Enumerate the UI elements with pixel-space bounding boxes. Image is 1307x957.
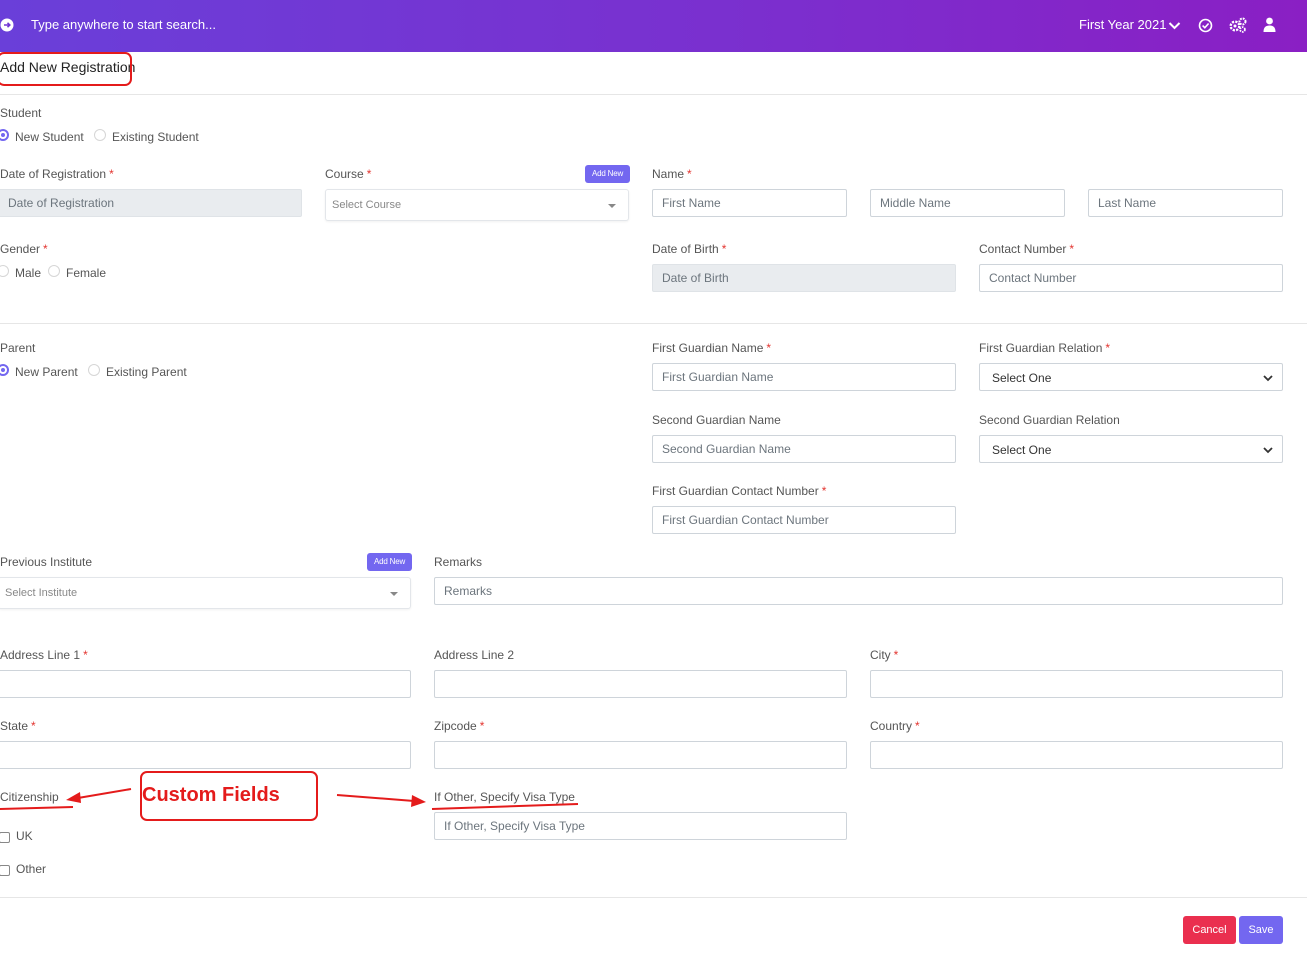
previous-institute-select[interactable]: Select Institute — [0, 577, 411, 609]
existing-student-radio[interactable] — [94, 129, 106, 141]
city-label: City * — [870, 648, 899, 662]
date-of-birth-label: Date of Birth * — [652, 242, 727, 256]
course-label: Course * — [325, 167, 372, 181]
course-select-placeholder: Select Course — [332, 199, 402, 211]
uk-checkbox-label: UK — [16, 829, 33, 843]
gender-label: Gender * — [0, 242, 48, 256]
zipcode-label: Zipcode * — [434, 719, 485, 733]
country-label: Country * — [870, 719, 920, 733]
previous-institute-label: Previous Institute — [0, 555, 93, 569]
first-guardian-contact-label: First Guardian Contact Number * — [652, 484, 827, 498]
female-label: Female — [66, 266, 107, 280]
new-student-label: New Student — [15, 130, 84, 144]
city-input[interactable] — [870, 670, 1283, 698]
male-radio[interactable] — [0, 265, 9, 277]
chevron-down-icon — [1263, 447, 1273, 454]
caret-down-icon — [608, 204, 616, 208]
new-parent-label: New Parent — [15, 365, 78, 379]
name-label: Name * — [652, 167, 692, 181]
section-divider — [0, 323, 1307, 324]
first-name-input[interactable] — [652, 189, 847, 217]
address-line-1-label: Address Line 1 * — [0, 648, 88, 662]
first-guardian-relation-value: Select One — [992, 371, 1052, 385]
middle-name-input[interactable] — [870, 189, 1065, 217]
parent-label: Parent — [0, 341, 36, 355]
date-of-registration-label: Date of Registration * — [0, 167, 114, 181]
first-guardian-name-label: First Guardian Name * — [652, 341, 772, 355]
chevron-down-icon[interactable] — [1168, 20, 1181, 31]
caret-down-icon — [390, 592, 398, 596]
second-guardian-relation-label: Second Guardian Relation — [979, 413, 1120, 427]
second-guardian-relation-select[interactable]: Select One — [979, 435, 1283, 463]
new-student-radio[interactable] — [0, 129, 9, 141]
arrow-circle-right-icon[interactable] — [0, 18, 14, 32]
add-new-institute-button[interactable]: Add New — [367, 553, 413, 571]
first-guardian-contact-input[interactable] — [652, 506, 956, 534]
cancel-button[interactable]: Cancel — [1183, 916, 1236, 944]
cogs-icon[interactable] — [1229, 17, 1247, 33]
state-label: State * — [0, 719, 36, 733]
title-highlight-annotation — [0, 52, 132, 86]
new-parent-radio[interactable] — [0, 364, 9, 376]
footer-divider — [0, 897, 1307, 898]
state-input[interactable] — [0, 741, 411, 769]
existing-student-label: Existing Student — [112, 130, 199, 144]
chevron-down-icon — [1263, 375, 1273, 382]
female-radio[interactable] — [48, 265, 60, 277]
existing-parent-radio[interactable] — [88, 364, 100, 376]
other-checkbox-label: Other — [16, 862, 47, 876]
course-select[interactable]: Select Course — [325, 189, 629, 221]
add-new-course-button[interactable]: Add New — [585, 165, 631, 183]
institute-select-placeholder: Select Institute — [5, 587, 78, 599]
contact-number-label: Contact Number * — [979, 242, 1075, 256]
date-of-birth-input[interactable] — [652, 264, 956, 292]
other-checkbox[interactable] — [0, 865, 10, 876]
first-guardian-name-input[interactable] — [652, 363, 956, 391]
academic-year-dropdown[interactable]: First Year 2021 — [1079, 17, 1166, 32]
student-label: Student — [0, 106, 42, 120]
global-search-input[interactable]: Type anywhere to start search... — [31, 17, 216, 32]
second-guardian-relation-value: Select One — [992, 443, 1052, 457]
title-divider — [0, 94, 1307, 95]
zipcode-input[interactable] — [434, 741, 847, 769]
second-guardian-name-label: Second Guardian Name — [652, 413, 781, 427]
first-guardian-relation-label: First Guardian Relation * — [979, 341, 1111, 355]
top-navbar: Type anywhere to start search... First Y… — [0, 0, 1307, 52]
user-icon[interactable] — [1263, 17, 1276, 32]
first-guardian-relation-select[interactable]: Select One — [979, 363, 1283, 391]
country-input[interactable] — [870, 741, 1283, 769]
visa-type-input[interactable] — [434, 812, 847, 840]
male-label: Male — [15, 266, 42, 280]
date-of-registration-input[interactable] — [0, 189, 302, 217]
annotation-arrows — [0, 788, 579, 810]
address-line-1-input[interactable] — [0, 670, 411, 698]
contact-number-input[interactable] — [979, 264, 1283, 292]
address-line-2-label: Address Line 2 — [434, 648, 515, 662]
uk-checkbox[interactable] — [0, 832, 10, 843]
second-guardian-name-input[interactable] — [652, 435, 956, 463]
remarks-label: Remarks — [434, 555, 483, 569]
save-button[interactable]: Save — [1239, 916, 1283, 944]
existing-parent-label: Existing Parent — [106, 365, 187, 379]
check-circle-icon[interactable] — [1198, 18, 1213, 33]
address-line-2-input[interactable] — [434, 670, 847, 698]
remarks-input[interactable] — [434, 577, 1283, 605]
last-name-input[interactable] — [1088, 189, 1283, 217]
